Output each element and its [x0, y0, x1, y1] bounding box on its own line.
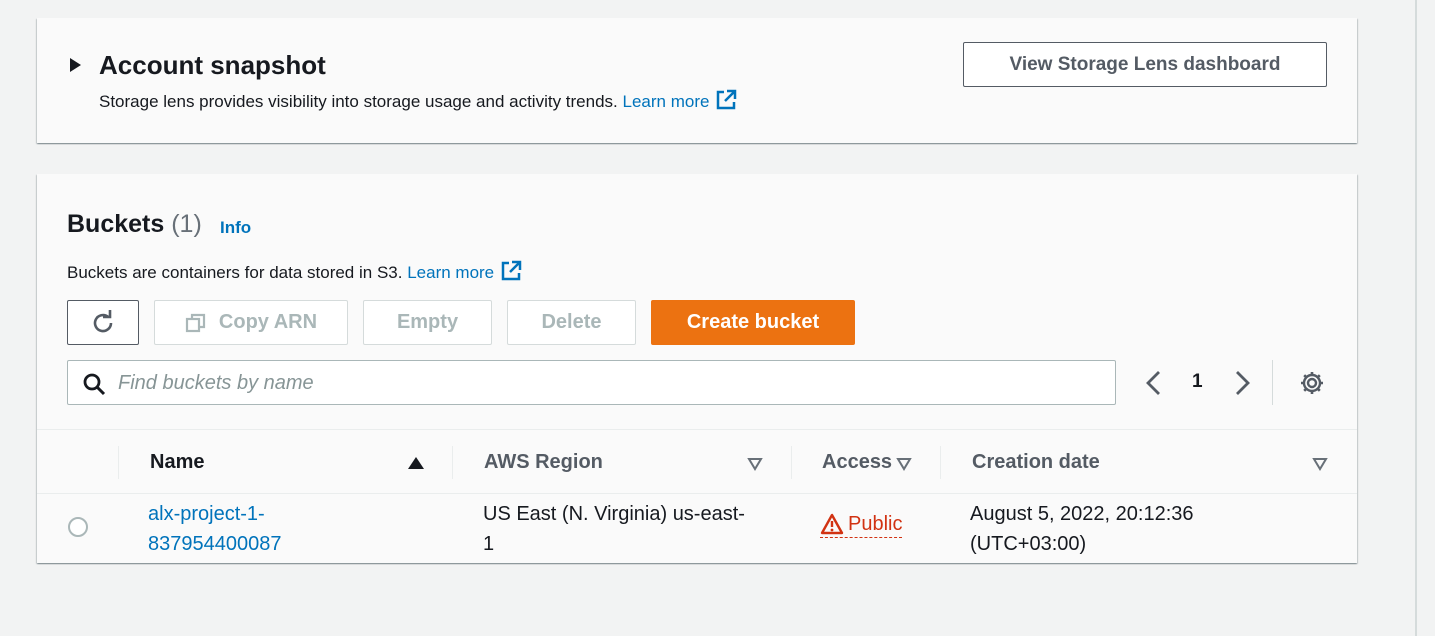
row-select-radio[interactable]: [68, 517, 88, 537]
refresh-button[interactable]: [67, 300, 139, 345]
sort-icon[interactable]: [1312, 457, 1328, 471]
bucket-region-line1: US East (N. Virginia) us-east-: [483, 503, 745, 525]
previous-page-icon[interactable]: [1143, 370, 1165, 396]
next-page-icon[interactable]: [1231, 370, 1253, 396]
account-snapshot-title[interactable]: Account snapshot: [99, 50, 326, 81]
buckets-panel: Buckets (1) Info Buckets are containers …: [37, 174, 1357, 563]
copy-icon: [185, 313, 206, 332]
column-divider: [940, 446, 941, 479]
delete-button[interactable]: Delete: [507, 300, 636, 345]
search-input[interactable]: [118, 368, 1098, 398]
snapshot-description-text: Storage lens provides visibility into st…: [99, 92, 618, 111]
search-icon: [83, 373, 106, 396]
buckets-description-text: Buckets are containers for data stored i…: [67, 263, 403, 282]
bucket-access-status[interactable]: Public: [820, 511, 903, 538]
search-box[interactable]: [67, 360, 1116, 405]
external-link-icon: [717, 89, 737, 110]
table-row: alx-project-1- 837954400087 US East (N. V…: [37, 494, 1357, 563]
sort-icon[interactable]: [747, 457, 763, 471]
bucket-creation-date: August 5, 2022, 20:12:36 (UTC+03:00): [970, 499, 1270, 559]
column-divider: [452, 446, 453, 479]
pager-divider: [1272, 360, 1273, 405]
sort-icon[interactable]: [896, 457, 912, 471]
warning-icon: [820, 513, 844, 535]
snapshot-learn-more-label[interactable]: Learn more: [623, 92, 710, 111]
column-header-name[interactable]: Name: [150, 451, 204, 474]
empty-button[interactable]: Empty: [363, 300, 492, 345]
copy-arn-button[interactable]: Copy ARN: [154, 300, 348, 345]
gear-icon[interactable]: [1299, 370, 1325, 396]
create-bucket-button[interactable]: Create bucket: [651, 300, 855, 345]
buckets-description: Buckets are containers for data stored i…: [67, 260, 522, 283]
bucket-region: US East (N. Virginia) us-east- 1: [483, 499, 773, 559]
buckets-title: Buckets: [67, 210, 165, 238]
column-header-region[interactable]: AWS Region: [484, 451, 603, 474]
expand-caret-icon[interactable]: [70, 58, 81, 72]
info-link[interactable]: Info: [220, 218, 251, 238]
column-divider: [791, 446, 792, 479]
buckets-learn-more-label[interactable]: Learn more: [407, 263, 494, 282]
column-divider: [118, 446, 119, 479]
page-right-divider: [1415, 0, 1417, 636]
bucket-access-label[interactable]: Public: [848, 511, 902, 537]
column-header-creation-date[interactable]: Creation date: [972, 451, 1100, 474]
copy-arn-label[interactable]: Copy ARN: [219, 311, 317, 334]
buckets-count: (1): [171, 210, 202, 238]
bucket-name-link[interactable]: alx-project-1- 837954400087: [148, 499, 318, 559]
bucket-date-line2: (UTC+03:00): [970, 533, 1087, 555]
buckets-learn-more-link[interactable]: Learn more: [407, 260, 522, 282]
external-link-icon: [501, 260, 522, 281]
sort-ascending-icon[interactable]: [408, 457, 424, 469]
account-snapshot-panel: Account snapshot Storage lens provides v…: [37, 18, 1357, 143]
column-header-access[interactable]: Access: [822, 451, 892, 474]
buckets-heading: Buckets (1): [67, 210, 202, 239]
bucket-name-line2[interactable]: 837954400087: [148, 533, 281, 555]
bucket-region-line2: 1: [483, 533, 495, 555]
account-snapshot-description: Storage lens provides visibility into st…: [99, 89, 737, 112]
bucket-name-line1[interactable]: alx-project-1-: [148, 503, 265, 525]
table-header: Name AWS Region Access Creation date: [37, 429, 1357, 494]
current-page-number[interactable]: 1: [1192, 371, 1203, 393]
view-storage-lens-dashboard-button[interactable]: View Storage Lens dashboard: [963, 42, 1327, 87]
snapshot-learn-more-link[interactable]: Learn more: [623, 89, 738, 111]
refresh-icon: [93, 309, 113, 332]
bucket-date-line1: August 5, 2022, 20:12:36: [970, 503, 1194, 525]
